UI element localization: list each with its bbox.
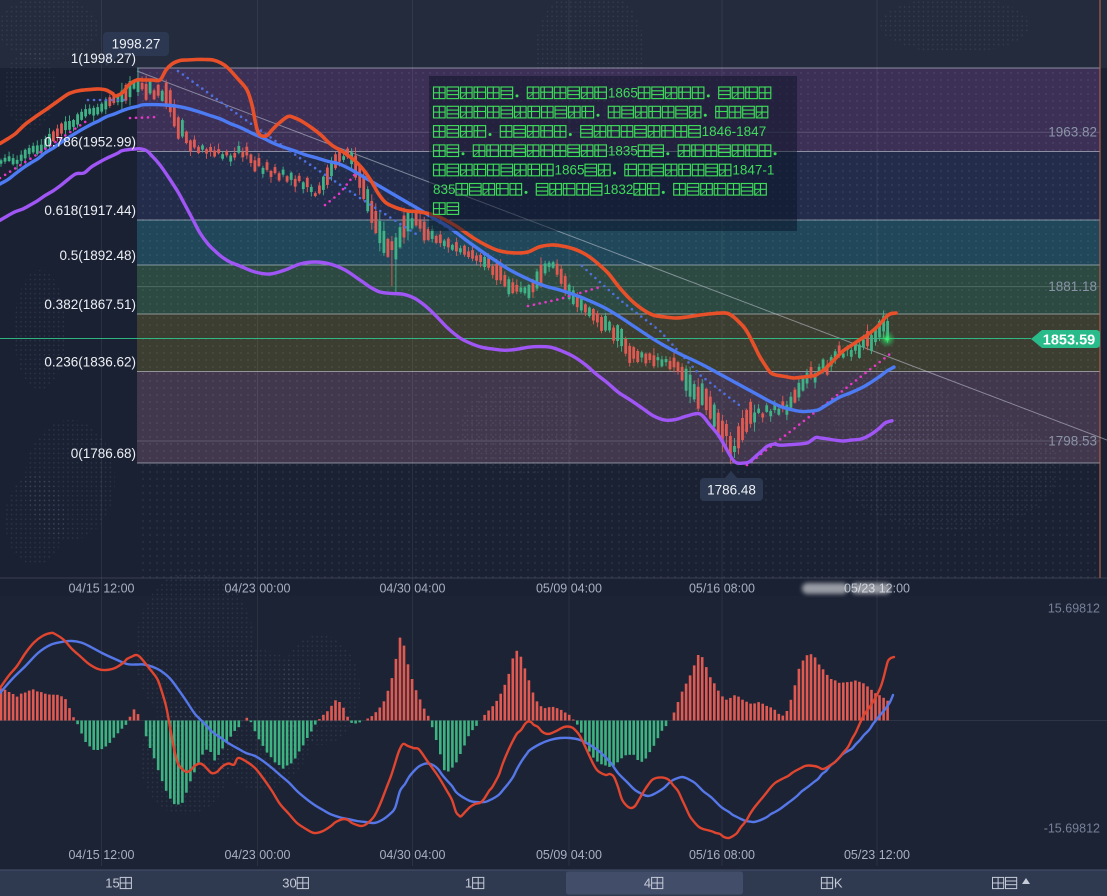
- svg-text:1963.82: 1963.82: [1048, 125, 1097, 140]
- svg-text:0.236(1836.62): 0.236(1836.62): [44, 355, 136, 370]
- svg-text:-15.69812: -15.69812: [1044, 822, 1100, 836]
- svg-text:4: 4: [644, 876, 651, 891]
- svg-text:1853.59: 1853.59: [1043, 333, 1095, 349]
- svg-text:05/23 12:00: 05/23 12:00: [844, 848, 910, 862]
- svg-text:0.786(1952.99): 0.786(1952.99): [44, 135, 136, 150]
- svg-text:0(1786.68): 0(1786.68): [71, 446, 136, 461]
- svg-text:1832: 1832: [603, 182, 633, 197]
- svg-text:0.382(1867.51): 0.382(1867.51): [44, 297, 136, 312]
- svg-text:1865: 1865: [555, 163, 585, 178]
- svg-text:1(1998.27): 1(1998.27): [71, 51, 136, 66]
- svg-text:15.69812: 15.69812: [1048, 602, 1100, 616]
- svg-text:30: 30: [282, 876, 296, 891]
- svg-text:K: K: [834, 876, 843, 891]
- svg-text:835: 835: [433, 182, 456, 197]
- svg-text:04/23 00:00: 04/23 00:00: [224, 848, 290, 862]
- svg-text:1835: 1835: [608, 143, 638, 158]
- svg-text:0.5(1892.48): 0.5(1892.48): [59, 248, 136, 263]
- svg-text:1846-1847: 1846-1847: [702, 124, 767, 139]
- svg-text:05/16 08:00: 05/16 08:00: [689, 582, 755, 596]
- svg-text:1798.53: 1798.53: [1048, 434, 1097, 449]
- svg-text:1786.48: 1786.48: [707, 483, 756, 498]
- svg-text:1865: 1865: [608, 86, 638, 101]
- svg-text:04/30 04:00: 04/30 04:00: [379, 848, 445, 862]
- svg-text:05/16 08:00: 05/16 08:00: [689, 848, 755, 862]
- svg-text:04/23 00:00: 04/23 00:00: [224, 582, 290, 596]
- svg-text:04/15 12:00: 04/15 12:00: [68, 582, 134, 596]
- svg-text:05/09 04:00: 05/09 04:00: [536, 582, 602, 596]
- svg-text:15: 15: [105, 876, 119, 891]
- svg-text:04/30 04:00: 04/30 04:00: [379, 582, 445, 596]
- svg-text:0.618(1917.44): 0.618(1917.44): [44, 203, 136, 218]
- svg-text:05/09 04:00: 05/09 04:00: [536, 848, 602, 862]
- svg-text:1881.18: 1881.18: [1048, 279, 1097, 294]
- svg-text:04/15 12:00: 04/15 12:00: [68, 848, 134, 862]
- svg-text:1998.27: 1998.27: [112, 37, 161, 52]
- svg-text:1847-1: 1847-1: [732, 163, 774, 178]
- svg-text:1: 1: [465, 876, 472, 891]
